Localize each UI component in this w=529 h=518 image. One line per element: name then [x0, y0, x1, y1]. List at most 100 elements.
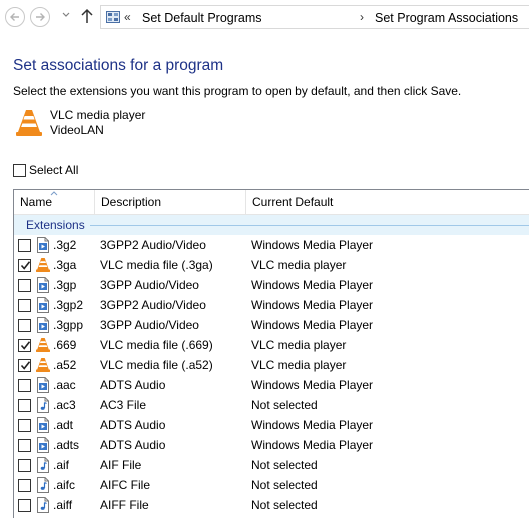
row-checkbox[interactable] — [18, 439, 31, 452]
row-current-default: VLC media player — [251, 258, 347, 272]
table-row[interactable]: .3ga VLC media file (.3ga) VLC media playe… — [14, 255, 529, 275]
group-header-extensions[interactable]: Extensions — [14, 215, 529, 235]
arrow-left-icon — [10, 13, 19, 21]
row-description: AIFF File — [100, 498, 149, 512]
vlc-cone-icon — [35, 257, 51, 273]
row-extension: .3g2 — [53, 238, 77, 252]
row-current-default: Not selected — [251, 398, 318, 412]
table-row[interactable]: .ac3 AC3 File Not selected — [14, 395, 529, 415]
row-description: ADTS Audio — [100, 378, 166, 392]
column-header-current-default-label: Current Default — [252, 195, 334, 209]
vlc-cone-icon — [35, 337, 51, 353]
up-arrow-icon[interactable] — [80, 8, 94, 24]
audio-file-icon — [35, 397, 51, 413]
row-description: ADTS Audio — [100, 438, 166, 452]
column-header-description[interactable]: Description — [94, 190, 245, 215]
table-row[interactable]: .aifc AIFC File Not selected — [14, 475, 529, 495]
row-current-default: Not selected — [251, 478, 318, 492]
arrow-right-icon — [36, 13, 45, 21]
column-header-name[interactable]: Name — [14, 190, 94, 215]
table-row[interactable]: .a52 VLC media file (.a52) VLC media playe… — [14, 355, 529, 375]
row-current-default: Windows Media Player — [251, 438, 374, 452]
control-panel-icon — [106, 11, 120, 23]
column-header-name-label: Name — [20, 195, 53, 209]
table-row[interactable]: .3gp2 3GPP2 Audio/Video Windows Media Play… — [14, 295, 529, 315]
row-checkbox[interactable] — [18, 499, 31, 512]
row-extension: .aac — [53, 378, 76, 392]
row-current-default: Windows Media Player — [251, 238, 374, 252]
breadcrumb-set-program-associations[interactable]: Set Program Associations — [375, 11, 518, 25]
audio-file-icon — [35, 497, 51, 513]
row-current-default: Windows Media Player — [251, 318, 374, 332]
row-description: VLC media file (.3ga) — [100, 258, 213, 272]
breadcrumb-set-default-programs[interactable]: Set Default Programs — [142, 11, 262, 25]
row-description: AIFC File — [100, 478, 151, 492]
row-description: 3GPP2 Audio/Video — [100, 298, 206, 312]
row-checkbox[interactable] — [18, 339, 31, 352]
video-file-icon — [35, 317, 51, 333]
vlc-cone-icon — [16, 110, 42, 136]
table-row[interactable]: .aiff AIFF File Not selected — [14, 495, 529, 515]
vlc-cone-icon — [35, 357, 51, 373]
sort-ascending-icon — [50, 191, 58, 196]
row-current-default: VLC media player — [251, 358, 347, 372]
row-checkbox[interactable] — [18, 459, 31, 472]
row-checkbox[interactable] — [18, 359, 31, 372]
row-current-default: Windows Media Player — [251, 418, 374, 432]
program-name: VLC media player — [50, 108, 146, 122]
page-title: Set associations for a program — [13, 57, 224, 74]
row-checkbox[interactable] — [18, 419, 31, 432]
row-checkbox[interactable] — [18, 299, 31, 312]
row-checkbox[interactable] — [18, 319, 31, 332]
table-row[interactable]: .aif AIF File Not selected — [14, 455, 529, 475]
audio-file-icon — [35, 477, 51, 493]
program-vendor: VideoLAN — [50, 123, 104, 137]
video-file-icon — [35, 417, 51, 433]
row-current-default: Windows Media Player — [251, 298, 374, 312]
table-row[interactable]: .adts ADTS Audio Windows Media Player — [14, 435, 529, 455]
table-row[interactable]: .adt ADTS Audio Windows Media Player — [14, 415, 529, 435]
row-description: 3GPP Audio/Video — [100, 278, 199, 292]
column-header-current-default[interactable]: Current Default — [245, 190, 529, 215]
video-file-icon — [35, 237, 51, 253]
row-description: 3GPP2 Audio/Video — [100, 238, 206, 252]
row-description: AIF File — [100, 458, 142, 472]
video-file-icon — [35, 437, 51, 453]
row-current-default: Windows Media Player — [251, 378, 374, 392]
select-all-checkbox[interactable] — [13, 164, 26, 177]
row-description: 3GPP Audio/Video — [100, 318, 199, 332]
forward-button[interactable] — [30, 7, 50, 27]
select-all-label[interactable]: Select All — [29, 163, 78, 177]
row-checkbox[interactable] — [18, 279, 31, 292]
table-row[interactable]: .3gpp 3GPP Audio/Video Windows Media Playe… — [14, 315, 529, 335]
group-label: Extensions — [26, 218, 85, 232]
row-checkbox[interactable] — [18, 259, 31, 272]
row-description: VLC media file (.669) — [100, 338, 213, 352]
row-extension: .aiff — [53, 498, 73, 512]
video-file-icon — [35, 297, 51, 313]
table-row[interactable]: .3g2 3GPP2 Audio/Video Windows Media Playe… — [14, 235, 529, 255]
row-extension: .3gpp — [53, 318, 84, 332]
row-checkbox[interactable] — [18, 399, 31, 412]
extensions-list[interactable]: Name Description Current Default Extensi… — [13, 189, 529, 518]
table-row[interactable]: .3gp 3GPP Audio/Video Windows Media Player — [14, 275, 529, 295]
table-row[interactable]: .aac ADTS Audio Windows Media Player — [14, 375, 529, 395]
breadcrumb-overflow[interactable]: « — [124, 10, 131, 24]
row-extension: .3gp — [53, 278, 77, 292]
breadcrumb-separator[interactable]: › — [360, 10, 364, 24]
row-description: AC3 File — [100, 398, 147, 412]
row-checkbox[interactable] — [18, 479, 31, 492]
row-checkbox[interactable] — [18, 379, 31, 392]
row-extension: .ac3 — [53, 398, 76, 412]
address-bar[interactable]: « Set Default Programs › Set Program Ass… — [100, 5, 529, 29]
row-extension: .adts — [53, 438, 80, 452]
table-row[interactable]: .669 VLC media file (.669) VLC media playe… — [14, 335, 529, 355]
row-current-default: Not selected — [251, 458, 318, 472]
row-extension: .3gp2 — [53, 298, 84, 312]
recent-locations-chevron-icon[interactable] — [62, 12, 70, 18]
row-checkbox[interactable] — [18, 239, 31, 252]
back-button[interactable] — [5, 7, 25, 27]
group-divider — [90, 225, 529, 226]
row-extension: .669 — [53, 338, 77, 352]
row-extension: .aif — [53, 458, 70, 472]
